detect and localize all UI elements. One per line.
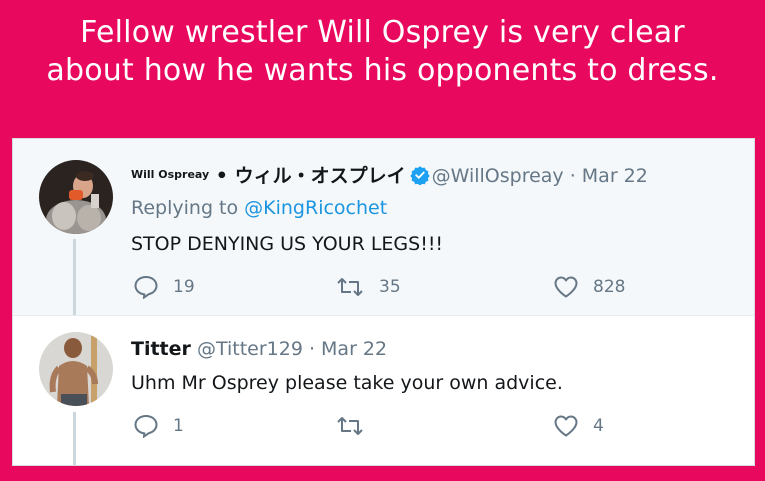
reply-button[interactable]: 19 <box>133 275 195 299</box>
reply-count: 1 <box>173 416 184 436</box>
meme-caption: Fellow wrestler Will Osprey is very clea… <box>0 14 765 90</box>
like-count: 4 <box>593 416 604 436</box>
tweet-titter[interactable]: Titter @Titter129 · Mar 22 Uhm Mr Osprey… <box>13 315 754 465</box>
retweet-icon <box>337 278 363 296</box>
verified-badge-icon <box>409 166 430 185</box>
handle[interactable]: @Titter129 <box>197 338 303 360</box>
tweet-text: Uhm Mr Osprey please take your own advic… <box>131 372 563 394</box>
retweet-button[interactable] <box>335 414 379 438</box>
display-name[interactable]: Will Ospreay <box>131 168 209 181</box>
thread-connector-line <box>73 239 76 315</box>
caption-line-2: about how he wants his opponents to dres… <box>46 53 719 88</box>
name-separator: • <box>209 165 235 187</box>
reply-button[interactable]: 1 <box>133 414 184 438</box>
heart-icon <box>554 415 578 437</box>
tweet-date[interactable]: · Mar 22 <box>303 338 387 360</box>
replying-to: Replying to @KingRicochet <box>131 197 387 219</box>
replying-to-link[interactable]: @KingRicochet <box>244 197 387 219</box>
handle[interactable]: @WillOspreay <box>432 165 564 187</box>
reply-count: 19 <box>173 277 195 297</box>
display-name-japanese[interactable]: ウィル・オスプレイ <box>235 165 406 187</box>
avatar[interactable] <box>39 332 113 406</box>
like-button[interactable]: 828 <box>553 275 625 299</box>
retweet-button[interactable]: 35 <box>335 275 401 299</box>
like-button[interactable]: 4 <box>553 414 604 438</box>
caption-line-1: Fellow wrestler Will Osprey is very clea… <box>80 15 685 50</box>
tweet-thread-card: Will Ospreay • ウィル・オスプレイ @WillOspreay · M… <box>12 138 755 466</box>
replying-prefix: Replying to <box>131 197 245 219</box>
thread-connector-line <box>73 412 76 465</box>
tweet-date[interactable]: · Mar 22 <box>564 165 648 187</box>
display-name[interactable]: Titter <box>131 338 191 360</box>
tweet-header: Titter @Titter129 · Mar 22 <box>131 338 387 360</box>
retweet-count: 35 <box>379 277 401 297</box>
tweet-header: Will Ospreay • ウィル・オスプレイ @WillOspreay · M… <box>131 161 648 188</box>
avatar[interactable] <box>39 160 113 234</box>
retweet-icon <box>337 417 363 435</box>
reply-icon <box>134 414 158 438</box>
reply-icon <box>134 275 158 299</box>
heart-icon <box>554 276 578 298</box>
like-count: 828 <box>593 277 626 297</box>
tweet-will-ospreay[interactable]: Will Ospreay • ウィル・オスプレイ @WillOspreay · M… <box>13 139 754 315</box>
tweet-text: STOP DENYING US YOUR LEGS!!! <box>131 233 444 255</box>
